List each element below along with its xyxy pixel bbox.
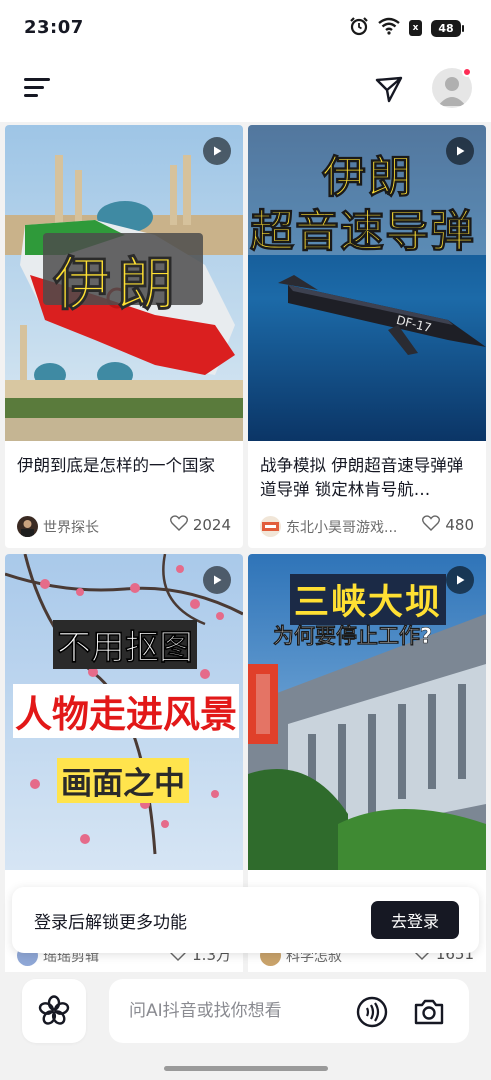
like-button[interactable]: 480 xyxy=(422,515,474,535)
status-bar: 23:07 x 48 xyxy=(0,0,491,56)
sim-icon: x xyxy=(409,20,422,36)
login-button[interactable]: 去登录 xyxy=(371,901,459,939)
like-count: 2024 xyxy=(192,516,231,534)
author-avatar[interactable] xyxy=(260,516,281,537)
send-icon[interactable] xyxy=(372,72,406,106)
video-meta: 世界探长 2024 xyxy=(5,502,243,548)
thumbnail-caption: 人物走进风景 xyxy=(13,684,239,738)
author-name[interactable]: 世界探长 xyxy=(43,517,168,537)
thumbnail-caption: 超音速导弹 xyxy=(250,206,475,258)
like-button[interactable]: 2024 xyxy=(169,515,231,535)
wifi-icon xyxy=(378,17,400,39)
author-avatar[interactable] xyxy=(17,516,38,537)
top-bar xyxy=(0,56,491,122)
status-icons: x 48 xyxy=(349,16,464,40)
video-thumbnail[interactable]: 不用抠图 人物走进风景 画面之中 xyxy=(5,554,243,870)
search-box xyxy=(109,979,469,1043)
thumbnail-caption: 画面之中 xyxy=(57,758,189,803)
alarm-icon xyxy=(349,16,369,40)
heart-icon xyxy=(422,515,441,535)
like-count: 480 xyxy=(445,516,474,534)
video-thumbnail[interactable]: 伊朗 超音速导弹 DF-17 xyxy=(248,125,486,441)
thumbnail-caption: 为何要停止工作? xyxy=(273,624,433,649)
menu-icon[interactable] xyxy=(22,74,52,102)
video-title[interactable]: 战争模拟 伊朗超音速导弹弹道导弹 锁定林肯号航… xyxy=(260,454,474,502)
play-icon xyxy=(203,137,231,165)
video-feed[interactable]: 伊朗 伊朗到底是怎样的一个国家 世界探长 2024 伊朗 超音速导弹 DF-17… xyxy=(0,122,491,972)
author-name[interactable]: 东北小昊哥游戏... xyxy=(286,517,411,537)
battery-icon: 48 xyxy=(431,19,464,37)
video-card-1[interactable]: 伊朗 伊朗到底是怎样的一个国家 世界探长 2024 xyxy=(5,125,243,548)
voice-icon[interactable] xyxy=(355,995,389,1029)
search-input[interactable] xyxy=(129,979,349,1043)
thumbnail-caption: 不用抠图 xyxy=(53,620,197,669)
status-time: 23:07 xyxy=(24,17,84,38)
video-thumbnail[interactable]: 三峡大坝 为何要停止工作? xyxy=(248,554,486,870)
bottom-bar xyxy=(0,972,491,1080)
play-icon xyxy=(446,137,474,165)
heart-icon xyxy=(169,515,188,535)
camera-icon[interactable] xyxy=(412,995,446,1029)
play-icon xyxy=(203,566,231,594)
login-prompt-text: 登录后解锁更多功能 xyxy=(34,913,187,933)
thumbnail-caption: 伊朗 xyxy=(52,250,182,319)
video-thumbnail[interactable]: 伊朗 xyxy=(5,125,243,441)
home-indicator[interactable] xyxy=(164,1066,328,1071)
video-card-2[interactable]: 伊朗 超音速导弹 DF-17 战争模拟 伊朗超音速导弹弹道导弹 锁定林肯号航… … xyxy=(248,125,486,548)
play-icon xyxy=(446,566,474,594)
flower-icon[interactable] xyxy=(22,979,86,1043)
thumbnail-caption: 三峡大坝 xyxy=(290,574,447,625)
notification-dot xyxy=(462,67,472,77)
video-title[interactable]: 伊朗到底是怎样的一个国家 xyxy=(17,454,231,502)
video-meta: 东北小昊哥游戏... 480 xyxy=(248,502,486,548)
login-banner: 登录后解锁更多功能 去登录 xyxy=(12,887,479,953)
